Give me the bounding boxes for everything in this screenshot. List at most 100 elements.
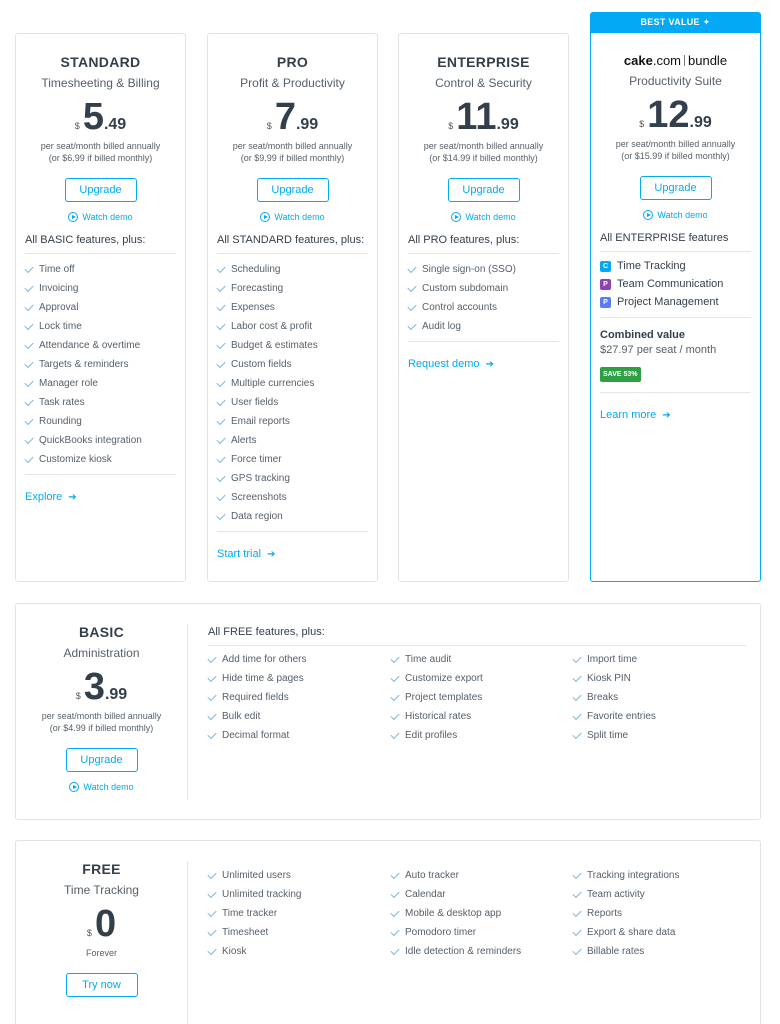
billing-annual: per seat/month billed annually (41, 711, 162, 721)
list-item: Project templates (390, 688, 483, 707)
learn-more-link[interactable]: Learn more ➔ (600, 409, 671, 421)
watch-demo-link[interactable]: Watch demo (208, 212, 377, 222)
list-item: Scheduling (216, 260, 368, 279)
list-item: Alerts (216, 431, 368, 450)
price-integer: 5 (82, 96, 104, 138)
plaky-icon: P (600, 296, 611, 308)
start-trial-link[interactable]: Start trial ➔ (217, 548, 275, 560)
divider (25, 474, 176, 475)
plan-price: $ 12 .99 (591, 96, 760, 134)
list-item: Expenses (216, 298, 368, 317)
feature-list: Tracking integrations Team activity Repo… (572, 866, 679, 961)
currency-symbol: $ (266, 121, 272, 131)
billing-monthly: (or $6.99 if billed monthly) (48, 153, 153, 163)
explore-link[interactable]: Explore ➔ (25, 491, 77, 503)
check-icon (207, 945, 217, 955)
plan-price: $ 5 .49 (16, 98, 185, 136)
check-icon (390, 710, 400, 720)
plan-card-enterprise: ENTERPRISE Control & Security $ 11 .99 p… (398, 33, 569, 582)
play-icon (451, 212, 462, 222)
combined-value-amount: $27.97 per seat / month (600, 344, 717, 356)
watch-demo-link[interactable]: Watch demo (399, 212, 568, 222)
arrow-right-icon: ➔ (267, 548, 276, 560)
list-item: Historical rates (390, 707, 483, 726)
plan-name: BASIC (78, 624, 125, 640)
list-item: Tracking integrations (572, 866, 679, 885)
list-item: Kiosk PIN (572, 669, 656, 688)
plan-card-basic: BASIC Administration $ 3 .99 per seat/mo… (15, 603, 761, 820)
currency-symbol: $ (448, 121, 454, 131)
plan-subtitle: Profit & Productivity (240, 76, 345, 90)
check-icon (572, 653, 582, 663)
list-item: Time audit (390, 650, 483, 669)
product-list: C Time Tracking P Team Communication P P… (600, 252, 751, 317)
list-item: Breaks (572, 688, 656, 707)
check-icon (572, 691, 582, 701)
features-heading: All STANDARD features, plus: (217, 234, 368, 254)
try-now-button[interactable]: Try now (65, 973, 138, 997)
watch-demo-label: Watch demo (83, 782, 134, 792)
price-decimal: .99 (689, 114, 712, 131)
list-item: Invoicing (24, 279, 176, 298)
list-item: Auto tracker (390, 866, 521, 885)
upgrade-button[interactable]: Upgrade (447, 178, 520, 202)
upgrade-button[interactable]: Upgrade (64, 178, 137, 202)
price-integer: 3 (83, 666, 105, 708)
list-item: Screenshots (216, 488, 368, 507)
divider (408, 341, 559, 342)
plan-card-pro: PRO Profit & Productivity $ 7 .99 per se… (207, 33, 378, 582)
list-item: Idle detection & reminders (390, 942, 521, 961)
watch-demo-link[interactable]: Watch demo (16, 782, 187, 792)
plan-price: $ 3 .99 (16, 668, 187, 706)
list-item: Unlimited users (207, 866, 301, 885)
check-icon (216, 491, 226, 501)
watch-demo-link[interactable]: Watch demo (16, 212, 185, 222)
list-item: Kiosk (207, 942, 301, 961)
check-icon (24, 282, 34, 292)
list-item: Split time (572, 726, 656, 745)
price-integer: 11 (456, 96, 497, 138)
request-demo-link[interactable]: Request demo ➔ (408, 358, 494, 370)
feature-list: Add time for others Hide time & pages Re… (207, 650, 306, 745)
product-time-tracking: C Time Tracking (600, 257, 751, 275)
list-item: Force timer (216, 450, 368, 469)
list-item: User fields (216, 393, 368, 412)
check-icon (24, 320, 34, 330)
billing-annual: per seat/month billed annually (40, 141, 161, 151)
clockify-icon: C (600, 260, 611, 272)
currency-symbol: $ (86, 928, 92, 938)
billing-monthly: (or $4.99 if billed monthly) (49, 723, 154, 733)
billing-annual: per seat/month billed annually (423, 141, 544, 151)
best-value-tab: BEST VALUE ✦ (590, 12, 761, 33)
list-item: Favorite entries (572, 707, 656, 726)
billing-annual: per seat/month billed annually (615, 139, 736, 149)
check-icon (216, 377, 226, 387)
watch-demo-link[interactable]: Watch demo (591, 210, 760, 220)
list-item: Approval (24, 298, 176, 317)
list-item: Lock time (24, 317, 176, 336)
upgrade-button[interactable]: Upgrade (639, 176, 712, 200)
features-heading: All FREE features, plus: (208, 626, 746, 646)
watch-demo-label: Watch demo (82, 212, 133, 222)
upgrade-button[interactable]: Upgrade (256, 178, 329, 202)
list-item: Audit log (407, 317, 559, 336)
check-icon (572, 926, 582, 936)
price-decimal: .99 (295, 116, 319, 133)
list-item: Rounding (24, 412, 176, 431)
watch-demo-label: Watch demo (657, 210, 708, 220)
currency-symbol: $ (75, 691, 81, 701)
check-icon (24, 415, 34, 425)
check-icon (207, 672, 217, 682)
check-icon (24, 301, 34, 311)
features-heading: All BASIC features, plus: (25, 234, 176, 254)
list-item: Add time for others (207, 650, 306, 669)
upgrade-button[interactable]: Upgrade (65, 748, 138, 772)
watch-demo-label: Watch demo (274, 212, 325, 222)
list-item: Billable rates (572, 942, 679, 961)
check-icon (407, 282, 417, 292)
sparkle-icon: ✦ (702, 17, 711, 27)
list-item: Calendar (390, 885, 521, 904)
save-badge: SAVE 53% (600, 367, 641, 382)
plan-price: $ 7 .99 (208, 98, 377, 136)
features-heading: All PRO features, plus: (408, 234, 559, 254)
